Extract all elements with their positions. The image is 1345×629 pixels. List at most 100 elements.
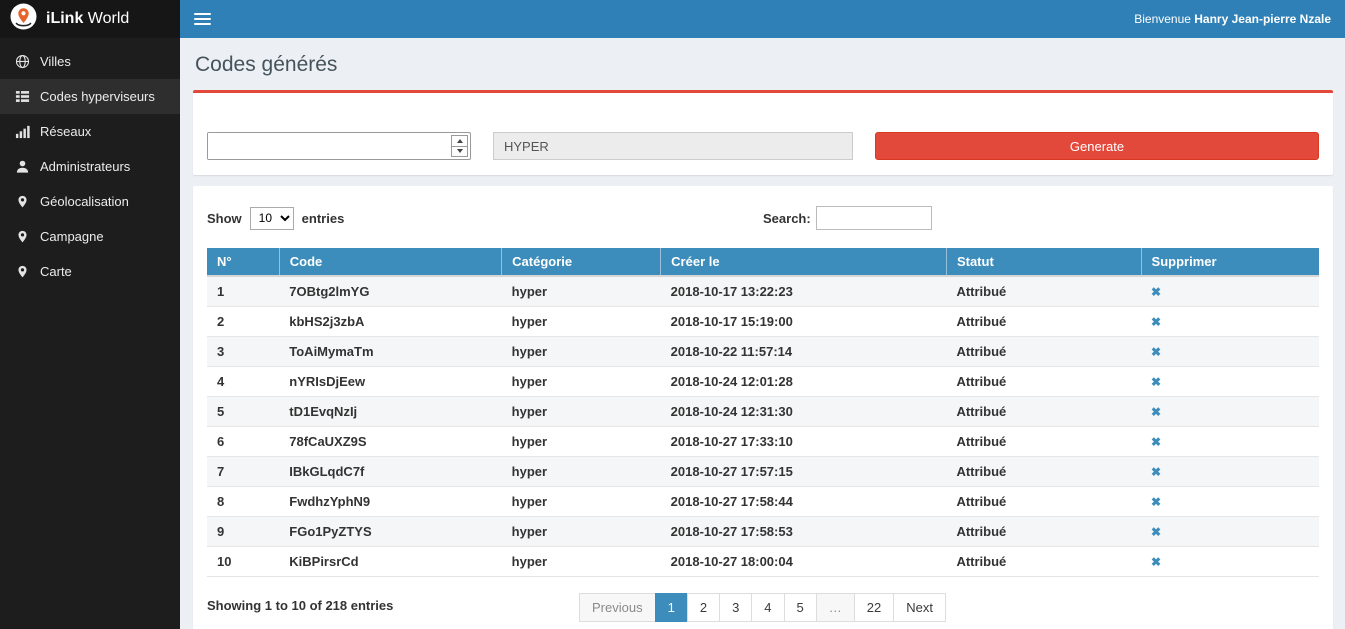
search-input[interactable]: [816, 206, 932, 230]
column-header-delete[interactable]: Supprimer: [1141, 248, 1319, 276]
sidebar-item-administrateurs[interactable]: Administrateurs: [0, 149, 180, 184]
spinner-down-icon[interactable]: [452, 146, 467, 157]
cell-category: hyper: [502, 337, 661, 367]
delete-icon[interactable]: ✖: [1151, 495, 1161, 509]
column-header-created[interactable]: Créer le: [661, 248, 947, 276]
sidebar-item-label: Administrateurs: [40, 159, 130, 174]
quantity-stepper: [207, 132, 471, 160]
cell-category: hyper: [502, 397, 661, 427]
app-logo-icon: [10, 3, 37, 35]
cell-status: Attribué: [946, 307, 1141, 337]
cell-category: hyper: [502, 276, 661, 307]
table-row: 2 kbHS2j3zbA hyper 2018-10-17 15:19:00 A…: [207, 307, 1319, 337]
codes-table-panel: Show 10 entries Search: N°: [193, 186, 1333, 629]
cell-status: Attribué: [946, 547, 1141, 577]
cell-number: 7: [207, 457, 279, 487]
pagination-page-button[interactable]: 4: [751, 593, 784, 622]
sidebar: Villes Codes hyperviseurs Réseaux: [0, 38, 180, 629]
delete-icon[interactable]: ✖: [1151, 285, 1161, 299]
main-content: Codes générés Generate Show: [180, 38, 1345, 629]
cell-number: 9: [207, 517, 279, 547]
quantity-input[interactable]: [208, 133, 449, 159]
cell-delete: ✖: [1141, 547, 1319, 577]
table-row: 3 ToAiMymaTm hyper 2018-10-22 11:57:14 A…: [207, 337, 1319, 367]
cell-created: 2018-10-27 17:57:15: [661, 457, 947, 487]
cell-number: 2: [207, 307, 279, 337]
sidebar-item-label: Géolocalisation: [40, 194, 129, 209]
cell-category: hyper: [502, 547, 661, 577]
cell-status: Attribué: [946, 276, 1141, 307]
table-info-text: Showing 1 to 10 of 218 entries: [207, 598, 393, 613]
cell-number: 1: [207, 276, 279, 307]
delete-icon[interactable]: ✖: [1151, 435, 1161, 449]
brand-logo[interactable]: iLink World: [0, 0, 180, 38]
column-header-status[interactable]: Statut: [946, 248, 1141, 276]
table-row: 7 IBkGLqdC7f hyper 2018-10-27 17:57:15 A…: [207, 457, 1319, 487]
table-row: 9 FGo1PyZTYS hyper 2018-10-27 17:58:53 A…: [207, 517, 1319, 547]
cell-category: hyper: [502, 457, 661, 487]
delete-icon[interactable]: ✖: [1151, 405, 1161, 419]
cell-code: IBkGLqdC7f: [279, 457, 501, 487]
sidebar-item-label: Villes: [40, 54, 71, 69]
search-control: Search:: [763, 206, 1319, 230]
code-generator-panel: Generate: [193, 90, 1333, 175]
cell-category: hyper: [502, 517, 661, 547]
table-row: 1 7OBtg2lmYG hyper 2018-10-17 13:22:23 A…: [207, 276, 1319, 307]
pagination-page-button[interactable]: 3: [719, 593, 752, 622]
cell-status: Attribué: [946, 457, 1141, 487]
delete-icon[interactable]: ✖: [1151, 525, 1161, 539]
sidebar-item-label: Carte: [40, 264, 72, 279]
cell-code: kbHS2j3zbA: [279, 307, 501, 337]
sidebar-item-villes[interactable]: Villes: [0, 44, 180, 79]
cell-created: 2018-10-24 12:01:28: [661, 367, 947, 397]
navbar: Bienvenue Hanry Jean-pierre Nzale: [180, 0, 1345, 38]
cell-status: Attribué: [946, 517, 1141, 547]
cell-code: 78fCaUXZ9S: [279, 427, 501, 457]
delete-icon[interactable]: ✖: [1151, 555, 1161, 569]
entries-label: entries: [302, 211, 345, 226]
pagination: Previous 1 2 3 4 5 … 22 Next: [580, 593, 946, 622]
sidebar-item-campagne[interactable]: Campagne: [0, 219, 180, 254]
cell-status: Attribué: [946, 367, 1141, 397]
cell-created: 2018-10-27 17:58:53: [661, 517, 947, 547]
generate-button[interactable]: Generate: [875, 132, 1319, 160]
delete-icon[interactable]: ✖: [1151, 465, 1161, 479]
cell-delete: ✖: [1141, 487, 1319, 517]
cell-status: Attribué: [946, 337, 1141, 367]
sidebar-item-codes-hyperviseurs[interactable]: Codes hyperviseurs: [0, 79, 180, 114]
codes-table: N° Code Catégorie Créer le Statut Suppri…: [207, 248, 1319, 577]
column-header-number[interactable]: N°: [207, 248, 279, 276]
sidebar-item-geolocalisation[interactable]: Géolocalisation: [0, 184, 180, 219]
cell-delete: ✖: [1141, 307, 1319, 337]
pagination-ellipsis: …: [816, 593, 855, 622]
cell-created: 2018-10-22 11:57:14: [661, 337, 947, 367]
brand-title: iLink World: [46, 10, 129, 28]
sidebar-item-carte[interactable]: Carte: [0, 254, 180, 289]
pagination-page-button[interactable]: 5: [784, 593, 817, 622]
cell-status: Attribué: [946, 487, 1141, 517]
spinner-up-icon[interactable]: [452, 136, 467, 146]
column-header-category[interactable]: Catégorie: [502, 248, 661, 276]
cell-code: nYRIsDjEew: [279, 367, 501, 397]
menu-toggle-icon[interactable]: [194, 10, 211, 28]
map-marker-icon: [14, 264, 30, 280]
pagination-page-button[interactable]: 1: [655, 593, 688, 622]
pagination-next-button[interactable]: Next: [893, 593, 946, 622]
delete-icon[interactable]: ✖: [1151, 345, 1161, 359]
pagination-page-button[interactable]: 22: [854, 593, 894, 622]
cell-code: 7OBtg2lmYG: [279, 276, 501, 307]
table-row: 6 78fCaUXZ9S hyper 2018-10-27 17:33:10 A…: [207, 427, 1319, 457]
pagination-page-button[interactable]: 2: [687, 593, 720, 622]
pagination-previous-button[interactable]: Previous: [579, 593, 656, 622]
page-length-select[interactable]: 10: [250, 207, 294, 230]
sidebar-item-reseaux[interactable]: Réseaux: [0, 114, 180, 149]
cell-number: 3: [207, 337, 279, 367]
cell-delete: ✖: [1141, 517, 1319, 547]
cell-code: FwdhzYphN9: [279, 487, 501, 517]
signal-icon: [14, 124, 30, 140]
show-label: Show: [207, 211, 242, 226]
column-header-code[interactable]: Code: [279, 248, 501, 276]
delete-icon[interactable]: ✖: [1151, 375, 1161, 389]
delete-icon[interactable]: ✖: [1151, 315, 1161, 329]
cell-delete: ✖: [1141, 337, 1319, 367]
